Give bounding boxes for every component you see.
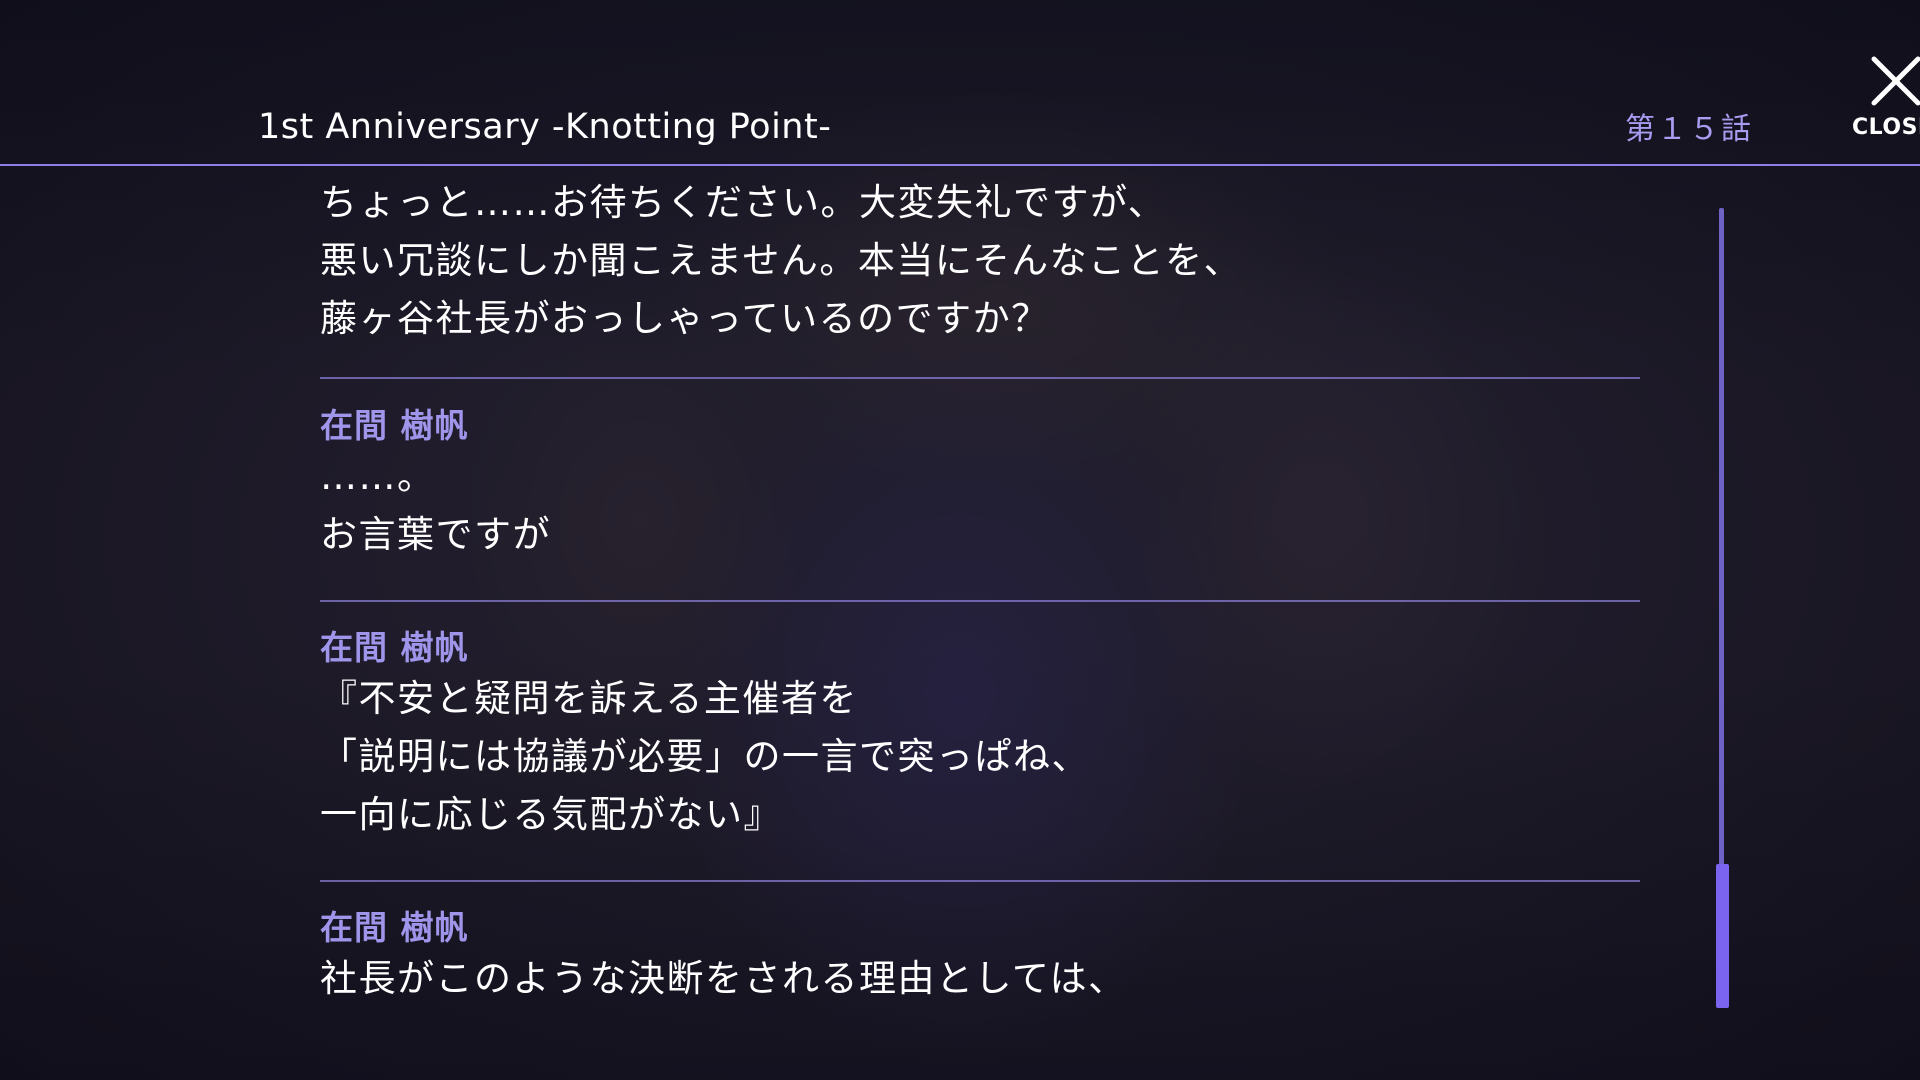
close-button[interactable]: CLOSE bbox=[1850, 48, 1920, 148]
dialogue-line: ……。 bbox=[320, 455, 436, 498]
speaker-name: 在間 樹帆 bbox=[320, 406, 469, 445]
dialogue-line: 悪い冗談にしか聞こえません。本当にそんなことを、 bbox=[320, 239, 1243, 282]
dialogue-line: お言葉ですが bbox=[320, 513, 551, 556]
entry-divider bbox=[320, 880, 1640, 882]
entry-divider bbox=[320, 600, 1640, 602]
close-icon bbox=[1871, 56, 1920, 106]
log-entry: 在間 樹帆 社長がこのような決断をされる理由としては、 bbox=[320, 906, 1640, 1008]
log-entry: ちょっと……お待ちください。大変失礼ですが、 悪い冗談にしか聞こえません。本当に… bbox=[320, 174, 1640, 348]
dialogue-line: 「説明には協議が必要」の一言で突っぱね、 bbox=[320, 735, 1090, 778]
chapter-label: 第１５話 bbox=[1625, 112, 1753, 147]
close-label: CLOSE bbox=[1852, 115, 1920, 140]
speaker-name: 在間 樹帆 bbox=[320, 908, 469, 947]
dialogue-line: ちょっと……お待ちください。大変失礼ですが、 bbox=[320, 181, 1167, 224]
entry-divider bbox=[320, 377, 1640, 379]
speaker-name: 在間 樹帆 bbox=[320, 628, 469, 667]
dialogue-line: 社長がこのような決断をされる理由としては、 bbox=[320, 957, 1127, 1000]
scrollbar-thumb[interactable] bbox=[1716, 864, 1729, 1008]
log-header: 1st Anniversary -Knotting Point- 第１５話 CL… bbox=[0, 0, 1920, 166]
header-divider bbox=[0, 164, 1920, 166]
dialogue-line: 藤ヶ谷社長がおっしゃっているのですか？ bbox=[320, 297, 1050, 340]
backlog-panel[interactable]: ちょっと……お待ちください。大変失礼ですが、 悪い冗談にしか聞こえません。本当に… bbox=[320, 170, 1640, 1020]
log-entry: 在間 樹帆 『不安と疑問を訴える主催者を 「説明には協議が必要」の一言で突っぱね… bbox=[320, 626, 1640, 844]
log-entry: 在間 樹帆 ……。 お言葉ですが bbox=[320, 404, 1640, 564]
dialogue-line: 『不安と疑問を訴える主催者を bbox=[320, 677, 858, 720]
dialogue-line: 一向に応じる気配がない』 bbox=[320, 793, 782, 836]
story-title: 1st Anniversary -Knotting Point- bbox=[258, 107, 832, 147]
